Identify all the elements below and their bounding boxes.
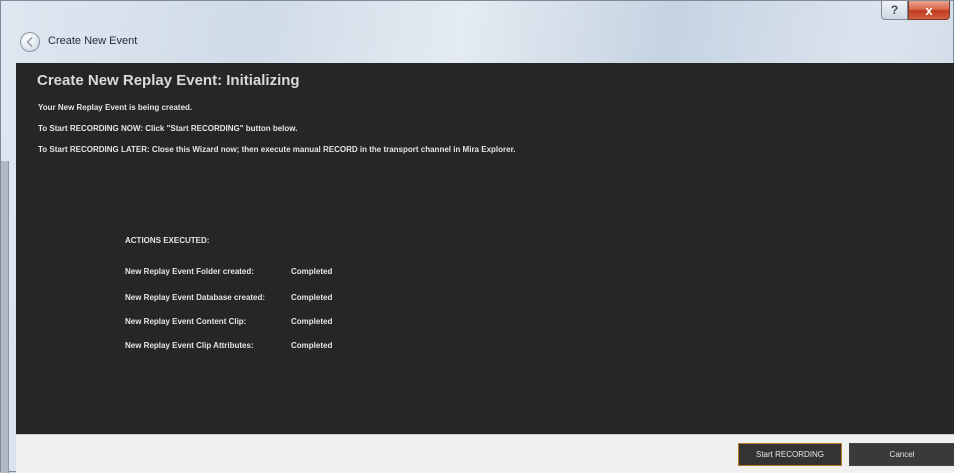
window-title: Create New Event (48, 35, 138, 47)
cancel-button[interactable]: Cancel (849, 443, 954, 466)
wizard-window: Create New Event ? x Create New Replay E… (0, 0, 954, 473)
close-icon: x (925, 2, 933, 18)
actions-header: ACTIONS EXECUTED: (125, 236, 210, 245)
action-name: New Replay Event Content Clip: (125, 317, 247, 326)
close-button[interactable]: x (908, 1, 950, 20)
help-icon: ? (890, 3, 899, 17)
action-status: Completed (291, 293, 333, 302)
back-arrow-icon (26, 37, 33, 47)
action-row: New Replay Event Database created: Comple… (125, 293, 332, 302)
action-row: New Replay Event Content Clip: Completed (125, 317, 332, 326)
action-status: Completed (291, 341, 333, 350)
caption-buttons: ? x (881, 1, 950, 21)
action-status: Completed (291, 267, 333, 276)
action-row: New Replay Event Clip Attributes: Complet… (125, 341, 332, 350)
action-status: Completed (291, 317, 333, 326)
button-bar: Start RECORDING Cancel (16, 434, 954, 473)
window-left-edge (1, 161, 9, 473)
record-later-instruction: To Start RECORDING LATER: Close this Wiz… (38, 145, 516, 154)
status-line: Your New Replay Event is being created. (38, 103, 193, 112)
action-name: New Replay Event Folder created: (125, 267, 254, 276)
title-bar: Create New Event ? x (1, 1, 954, 59)
help-button[interactable]: ? (881, 1, 908, 20)
action-row: New Replay Event Folder created: Complete… (125, 267, 332, 276)
action-name: New Replay Event Database created: (125, 293, 266, 302)
record-now-instruction: To Start RECORDING NOW: Click "Start REC… (38, 124, 298, 133)
back-button[interactable] (20, 32, 40, 52)
wizard-content: Create New Replay Event: Initializing Yo… (16, 63, 954, 434)
page-title: Create New Replay Event: Initializing (37, 72, 300, 89)
action-name: New Replay Event Clip Attributes: (125, 341, 254, 350)
start-recording-button[interactable]: Start RECORDING (738, 443, 842, 466)
